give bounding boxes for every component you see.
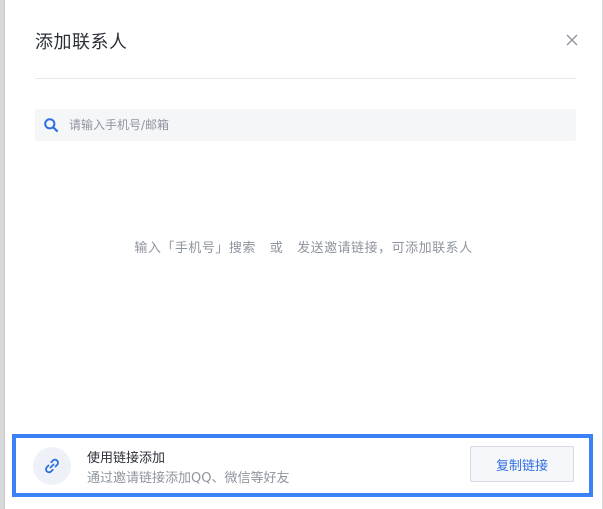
close-icon[interactable]	[564, 32, 580, 48]
empty-state-hint: 输入「手机号」搜索 或 发送邀请链接，可添加联系人	[134, 241, 473, 256]
header-divider	[35, 78, 576, 79]
invite-link-section: 使用链接添加 通过邀请链接添加QQ、微信等好友 复制链接	[12, 434, 593, 497]
search-input[interactable]	[67, 117, 551, 133]
dialog-title: 添加联系人	[35, 32, 128, 53]
invite-title: 使用链接添加	[87, 451, 166, 466]
copy-link-button[interactable]: 复制链接	[470, 446, 574, 482]
search-box[interactable]	[35, 109, 576, 141]
add-contact-dialog: 添加联系人 输入「手机号」搜索 或 发送邀请链接，可添加联系人	[4, 0, 602, 509]
link-icon	[33, 447, 71, 485]
invite-subtitle: 通过邀请链接添加QQ、微信等好友	[87, 471, 290, 486]
search-icon	[43, 117, 59, 133]
